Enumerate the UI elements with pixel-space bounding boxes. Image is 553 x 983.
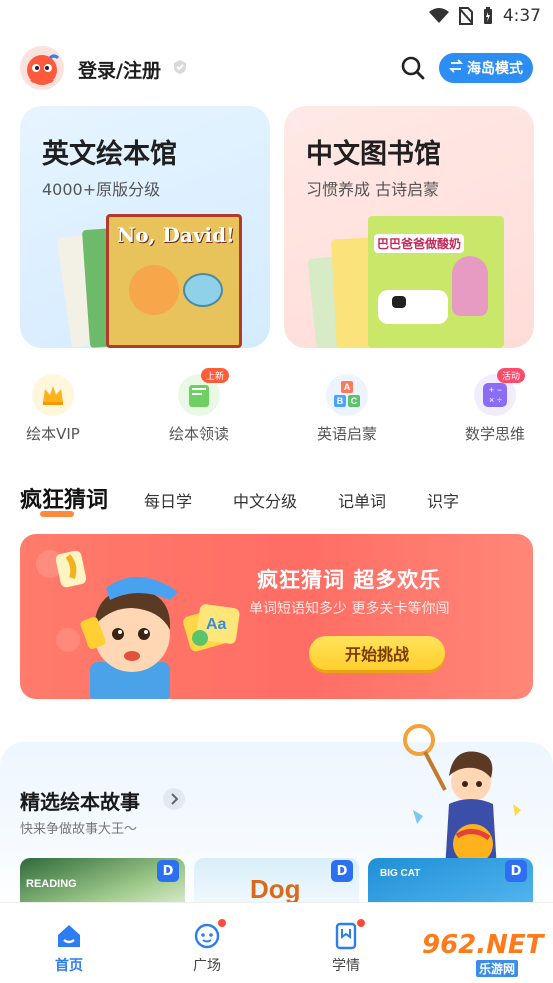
nav-progress[interactable]: 学情 <box>311 919 381 975</box>
svg-text:B: B <box>337 396 344 406</box>
nav-label: 学情 <box>332 958 360 974</box>
header: 登录/注册 海岛模式 <box>0 40 553 96</box>
tab-daily[interactable]: 每日学 <box>144 488 192 512</box>
book-cover-title: No, David! <box>117 223 235 247</box>
home-icon <box>54 921 84 951</box>
banner-title: 疯狂猜词 超多欢乐 <box>257 568 442 592</box>
selected-stories-section: 精选绘本故事 快来争做故事大王～ READING D Dog D BIG CAT… <box>0 724 553 914</box>
card-subtitle: 4000+原版分级 <box>42 180 161 199</box>
category-tabs: 疯狂猜词 每日学 中文分级 记单词 识字 <box>0 478 553 522</box>
story-cover-text: READING <box>26 878 77 890</box>
story-cover-text: BIG CAT <box>380 868 421 879</box>
tab-chinese-grading[interactable]: 中文分级 <box>233 488 297 512</box>
quick-entry-label: 绘本VIP <box>26 425 80 443</box>
notification-dot <box>218 919 226 927</box>
card-title: 中文图书馆 <box>306 139 441 170</box>
level-badge: D <box>157 860 179 882</box>
quick-entry-vip[interactable]: 绘本VIP <box>0 370 113 450</box>
chinese-library-card[interactable]: 中文图书馆 习惯养成 古诗启蒙 巴巴爸爸做酸奶 <box>284 106 534 348</box>
svg-text:A: A <box>344 382 351 392</box>
word-guess-banner[interactable]: Aa 疯狂猜词 超多欢乐 单词短语知多少 更多关卡等你闯 开始挑战 <box>20 534 533 699</box>
level-badge: D <box>505 860 527 882</box>
new-badge: 上新 <box>201 368 230 383</box>
planet-icon <box>192 921 222 951</box>
quick-entry-label: 英语启蒙 <box>316 425 377 443</box>
nav-label: 首页 <box>55 958 83 974</box>
site-watermark: 962.NET 乐游网 <box>414 930 548 978</box>
book-cover-image: No, David! <box>106 214 242 348</box>
nav-home[interactable]: 首页 <box>34 919 104 975</box>
svg-text:C: C <box>351 396 358 406</box>
tab-word-guess[interactable]: 疯狂猜词 <box>20 482 108 514</box>
battery-icon <box>483 7 493 25</box>
story-cover-text: Dog <box>250 874 301 904</box>
swap-icon <box>448 59 464 77</box>
svg-text:−: − <box>497 385 502 395</box>
boy-with-net-illustration <box>403 724 521 870</box>
wifi-icon <box>428 8 449 24</box>
status-bar: 4:37 <box>0 0 553 32</box>
start-challenge-button[interactable]: 开始挑战 <box>309 636 445 670</box>
chevron-right-icon[interactable] <box>163 788 185 810</box>
island-mode-button[interactable]: 海岛模式 <box>439 53 533 83</box>
book-cover-image: 巴巴爸爸做酸奶 <box>368 216 504 348</box>
island-mode-label: 海岛模式 <box>467 61 523 77</box>
login-register-link[interactable]: 登录/注册 <box>78 56 161 83</box>
crown-icon <box>32 374 74 416</box>
notification-dot <box>357 919 365 927</box>
card-subtitle: 习惯养成 古诗启蒙 <box>306 180 440 199</box>
quick-entry-english[interactable]: A B C 英语启蒙 <box>287 370 407 450</box>
book-cover-title: 巴巴爸爸做酸奶 <box>374 234 465 253</box>
section-title[interactable]: 精选绘本故事 <box>20 786 140 815</box>
octopus-mascot-icon <box>27 54 60 85</box>
level-badge: D <box>331 860 353 882</box>
bookmark-icon <box>331 921 361 951</box>
search-icon[interactable] <box>400 55 426 81</box>
clock-time: 4:37 <box>502 6 541 26</box>
svg-text:÷: ÷ <box>497 395 502 405</box>
watermark-sub: 乐游网 <box>476 960 519 977</box>
quick-entry-label: 数学思维 <box>464 425 525 443</box>
nav-square[interactable]: 广场 <box>172 919 242 975</box>
avatar[interactable] <box>20 46 64 90</box>
verified-badge-icon <box>172 59 188 79</box>
svg-text:+: + <box>489 385 494 395</box>
quick-entry-read-along[interactable]: 上新 绘本领读 <box>139 368 259 450</box>
section-subtitle: 快来争做故事大王～ <box>20 822 138 837</box>
banner-subtitle: 单词短语知多少 更多关卡等你闯 <box>249 601 450 617</box>
nav-label: 广场 <box>193 958 221 974</box>
quick-entry-math[interactable]: + − × ÷ 活动 数学思维 <box>435 368 553 450</box>
english-library-card[interactable]: 英文绘本馆 4000+原版分级 No, David! <box>20 106 270 348</box>
event-badge: 活动 <box>497 368 526 383</box>
tab-vocabulary[interactable]: 记单词 <box>338 488 386 512</box>
svg-text:×: × <box>489 395 494 405</box>
abc-blocks-icon: A B C <box>326 374 368 416</box>
watermark-logo: 962.NET <box>422 930 544 960</box>
card-title: 英文绘本馆 <box>42 139 177 170</box>
quick-entry-label: 绘本领读 <box>168 425 229 443</box>
tab-characters[interactable]: 识字 <box>427 488 459 512</box>
no-sim-icon <box>458 7 473 25</box>
flashcard-letters: Aa <box>206 616 227 633</box>
